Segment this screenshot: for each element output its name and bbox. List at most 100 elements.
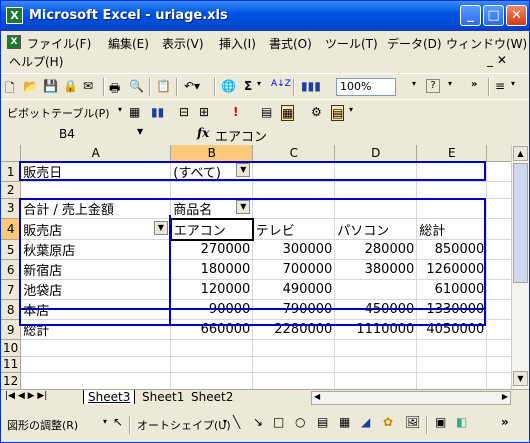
cell[interactable]: 新宿店	[20, 259, 172, 280]
cell[interactable]: 総計	[416, 218, 488, 240]
open-icon[interactable]: 📂	[23, 79, 38, 95]
cell[interactable]: テレビ	[252, 218, 336, 240]
column-field-dropdown-icon[interactable]: ▼	[236, 199, 251, 214]
row-header[interactable]: 6	[1, 259, 22, 280]
active-cell[interactable]: エアコン	[169, 217, 254, 241]
column-header-a[interactable]: A	[20, 145, 172, 162]
cell[interactable]	[416, 181, 488, 199]
undo-icon[interactable]: ↶▾	[184, 79, 200, 95]
cell[interactable]	[170, 339, 254, 357]
cell[interactable]	[416, 356, 488, 373]
menu-edit[interactable]: 編集(E)	[108, 35, 149, 52]
menu-data[interactable]: データ(D)	[387, 35, 442, 52]
cell[interactable]: 120000	[170, 279, 254, 300]
tab-sheet1[interactable]: Sheet1	[138, 390, 188, 404]
cell[interactable]: 380000	[334, 259, 418, 280]
row-header[interactable]: 2	[1, 181, 22, 199]
tab-sheet3[interactable]: Sheet3	[83, 390, 136, 404]
cell[interactable]	[252, 161, 336, 182]
cell[interactable]	[334, 161, 418, 182]
cell[interactable]	[416, 198, 488, 219]
cell[interactable]: 850000	[416, 239, 488, 260]
cell[interactable]	[416, 372, 488, 389]
vertical-scrollbar[interactable]: ▲ ▼	[511, 145, 529, 389]
cell[interactable]: 合計 / 売上金額	[20, 198, 172, 219]
cell[interactable]: 池袋店	[20, 279, 172, 300]
hyperlink-icon[interactable]: 🌐	[221, 79, 236, 95]
menu-window[interactable]: ウィンドウ(W)	[446, 35, 527, 52]
page-field-dropdown-icon[interactable]: ▼	[236, 163, 251, 177]
cell[interactable]: 700000	[252, 259, 336, 280]
print-preview-icon[interactable]: 🔍	[129, 79, 144, 95]
drawing-toolbar-options-icon[interactable]: »	[501, 415, 509, 429]
print-icon[interactable]: 🖶	[109, 79, 120, 95]
align-icon[interactable]: ≡	[495, 79, 505, 95]
toolbar-options-icon[interactable]: »	[471, 79, 477, 95]
cell[interactable]: 秋葉原店	[20, 239, 172, 260]
title-bar[interactable]: X Microsoft Excel - uriage.xls _ □ ✕	[1, 1, 529, 31]
doc-window-controls[interactable]: _ ✕	[487, 53, 507, 67]
column-header-d[interactable]: D	[334, 145, 418, 162]
horizontal-scrollbar[interactable]: ◀ ▶	[311, 391, 511, 405]
paste-icon[interactable]: 📋	[156, 79, 171, 95]
pivot-chart-icon[interactable]: ▮▮	[151, 105, 164, 121]
save-icon[interactable]: 💾	[43, 79, 58, 95]
autosum-icon[interactable]: Σ	[244, 79, 252, 95]
cell[interactable]: 660000	[170, 319, 254, 340]
picture-icon[interactable]: 🖼	[405, 415, 420, 429]
cell[interactable]	[20, 181, 172, 199]
scroll-right-icon[interactable]: ▶	[502, 392, 508, 401]
cell[interactable]	[416, 339, 488, 357]
menu-tools[interactable]: ツール(T)	[325, 35, 378, 52]
cell[interactable]: 180000	[170, 259, 254, 280]
scroll-left-icon[interactable]: ◀	[314, 392, 320, 401]
row-header[interactable]: 5	[1, 239, 22, 260]
cell[interactable]: 4050000	[416, 319, 488, 340]
pivot-menu-button[interactable]: ピボットテーブル(P)	[7, 105, 110, 121]
cell[interactable]: 販売店 ▼	[20, 218, 172, 240]
cell[interactable]	[334, 181, 418, 199]
select-objects-icon[interactable]: ↖	[113, 415, 123, 429]
cell[interactable]: (すべて) ▼	[170, 161, 254, 182]
select-all-corner[interactable]	[1, 145, 22, 162]
row-header[interactable]: 10	[1, 339, 22, 357]
field-list-icon[interactable]: ▤	[331, 105, 345, 121]
sort-ascending-icon[interactable]: A↓Z	[271, 79, 291, 95]
arrow-icon[interactable]: ↘	[253, 415, 263, 429]
cell[interactable]	[170, 372, 254, 389]
cell[interactable]: 610000	[416, 279, 488, 300]
row-header[interactable]: 8	[1, 299, 22, 320]
cell[interactable]	[20, 372, 172, 389]
row-field-dropdown-icon[interactable]: ▼	[153, 220, 168, 235]
cell[interactable]	[170, 181, 254, 199]
field-settings-icon[interactable]: ⚙	[311, 105, 322, 121]
cell[interactable]: 本店	[20, 299, 172, 320]
oval-icon[interactable]: ○	[295, 415, 305, 429]
autoshapes-button[interactable]: オートシェイプ(U)	[137, 417, 231, 433]
cell[interactable]: 商品名 ▼	[170, 198, 254, 219]
cell[interactable]: 270000	[170, 239, 254, 260]
cell-table[interactable]: A B C D E 1 販売日 (すべて) ▼ 2 3 合計 / 売上金額 商品名…	[1, 145, 514, 389]
maximize-button[interactable]: □	[483, 5, 504, 26]
refresh-data-icon[interactable]: !	[233, 105, 238, 121]
menu-file[interactable]: ファイル(F)	[27, 35, 91, 52]
excel-app-icon[interactable]: X	[6, 7, 23, 24]
menu-insert[interactable]: 挿入(I)	[219, 35, 256, 52]
draw-menu-button[interactable]: 図形の調整(R)	[7, 417, 78, 433]
minimize-button[interactable]: _	[460, 5, 481, 26]
cell[interactable]	[416, 161, 488, 182]
email-icon[interactable]: ✉	[83, 79, 93, 95]
cell[interactable]	[252, 198, 336, 219]
textbox-icon[interactable]: ▤	[317, 415, 328, 429]
format-report-icon[interactable]: ▦	[129, 105, 140, 121]
help-icon[interactable]: ?	[426, 79, 440, 93]
always-display-items-icon[interactable]: ▦	[281, 105, 295, 121]
sheet-nav-icons[interactable]: |◀ ◀ ▶ ▶|	[5, 391, 47, 401]
cell[interactable]: 490000	[252, 279, 336, 300]
cell[interactable]: 1260000	[416, 259, 488, 280]
cell[interactable]	[334, 372, 418, 389]
worksheet-grid[interactable]: A B C D E 1 販売日 (すべて) ▼ 2 3 合計 / 売上金額 商品名…	[1, 145, 529, 389]
close-button[interactable]: ✕	[506, 5, 527, 26]
workbook-icon[interactable]: X	[7, 35, 21, 49]
3d-icon[interactable]: ◧	[456, 415, 467, 429]
